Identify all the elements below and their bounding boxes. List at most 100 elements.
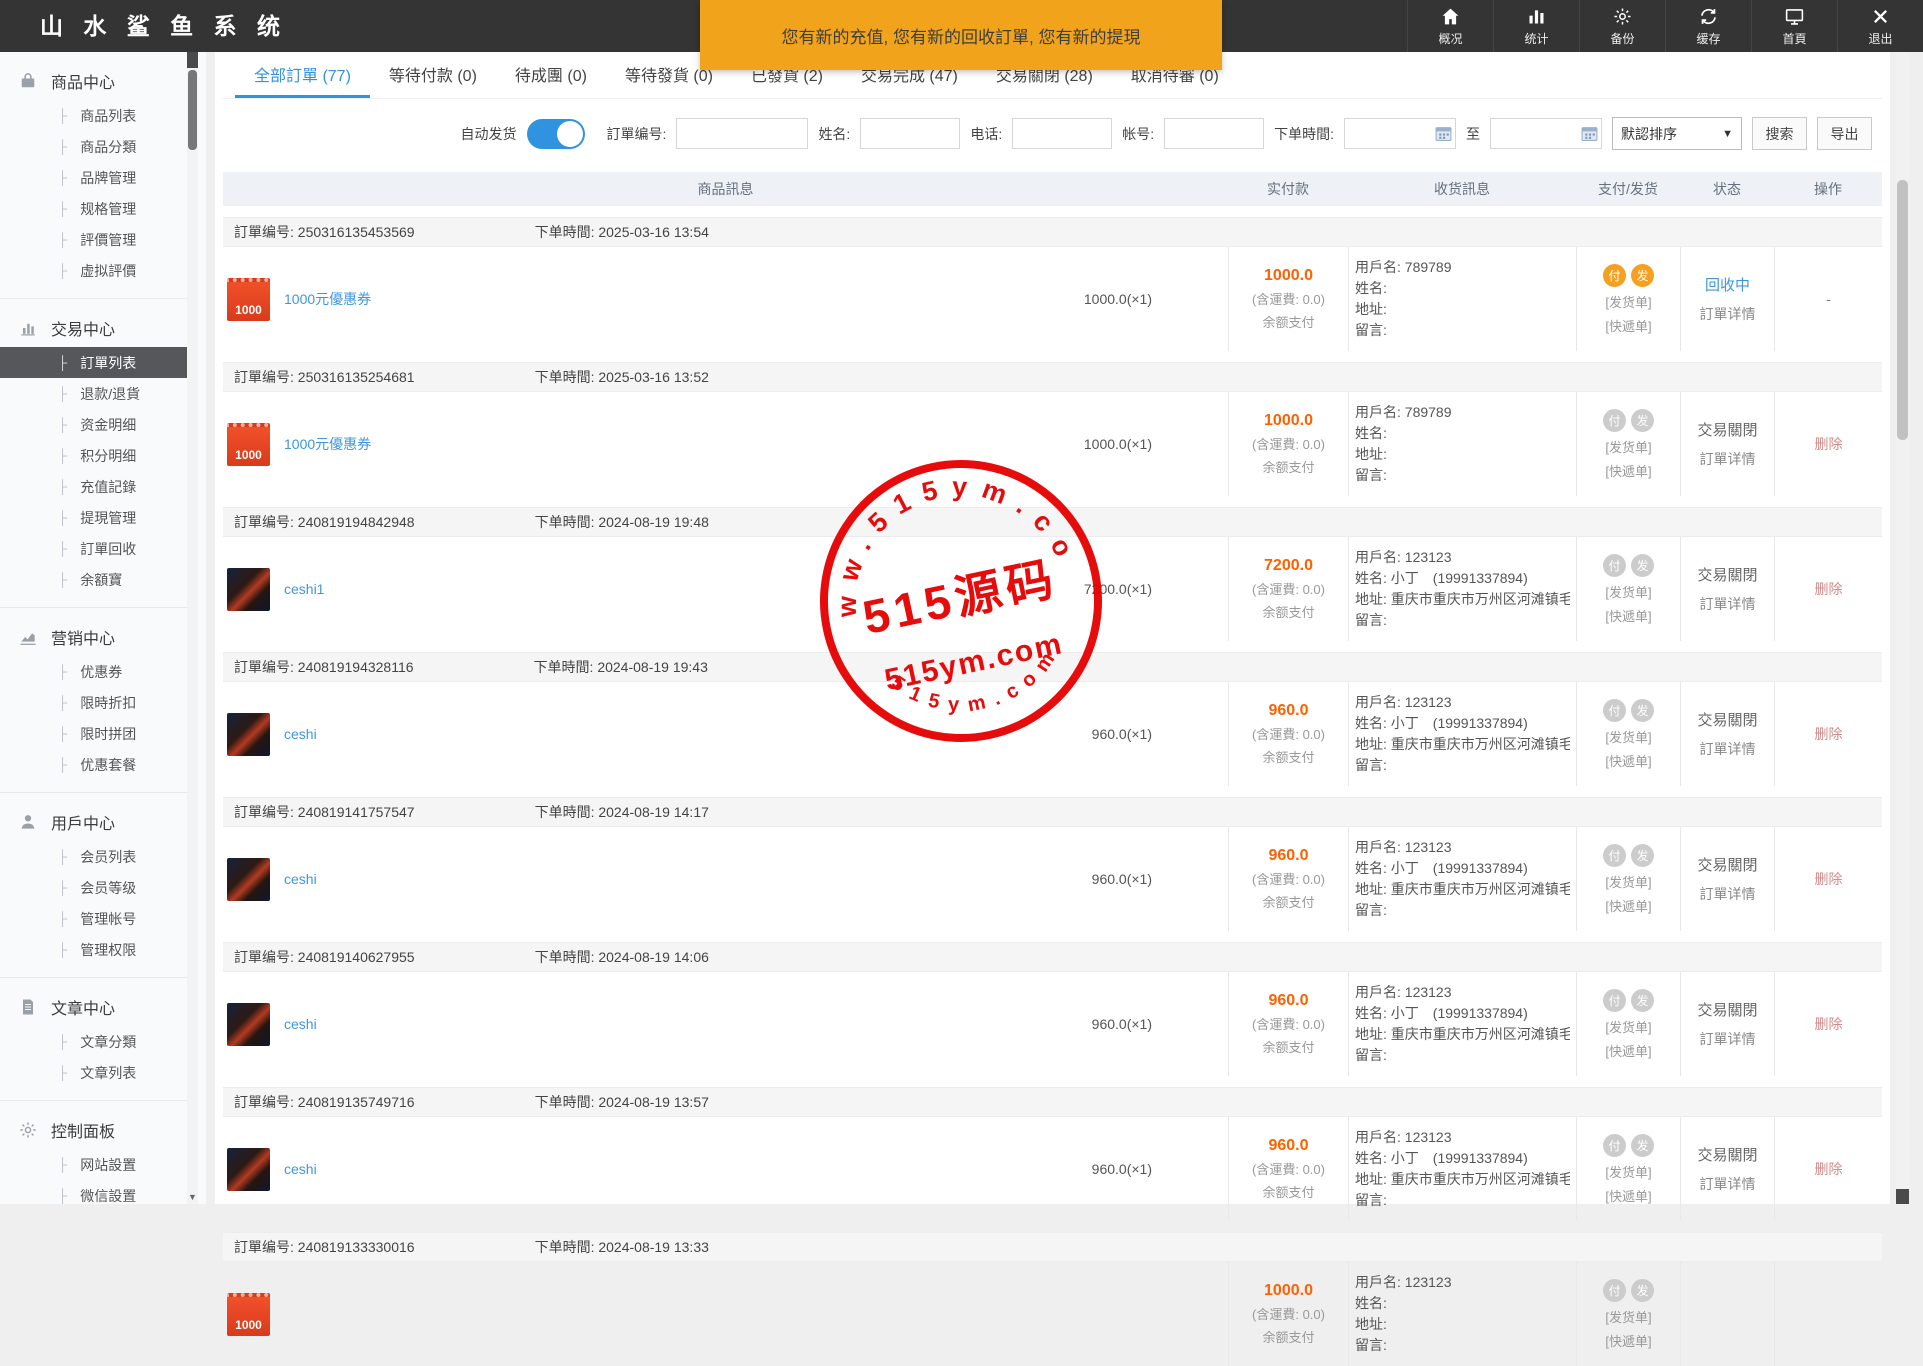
scroll-down-icon[interactable]: ▼ — [188, 1192, 197, 1202]
order-detail-link[interactable]: 訂單详情 — [1700, 449, 1756, 469]
order-detail-link[interactable]: 訂單详情 — [1700, 1174, 1756, 1194]
product-thumbnail[interactable] — [227, 568, 270, 611]
tab-item[interactable]: 全部訂單 (77) — [235, 52, 370, 98]
sidebar-item[interactable]: ├商品分類 — [0, 131, 187, 162]
sidebar-item[interactable]: ├优惠券 — [0, 656, 187, 687]
ship-doc-link[interactable]: [发货单] — [1605, 872, 1651, 891]
product-link[interactable]: ceshi — [284, 1016, 317, 1032]
ship-doc-link[interactable]: [发货单] — [1605, 292, 1651, 311]
topnav-item-exit[interactable]: 退出 — [1837, 0, 1923, 52]
order-detail-link[interactable]: 訂單详情 — [1700, 884, 1756, 904]
calendar-icon[interactable] — [1435, 125, 1452, 142]
sidebar-item[interactable]: ├訂單列表 — [0, 347, 187, 378]
express-doc-link[interactable]: [快遞单] — [1605, 896, 1651, 915]
order-detail-link[interactable]: 訂單详情 — [1700, 594, 1756, 614]
delete-link[interactable]: 删除 — [1815, 434, 1843, 454]
topnav-item-backup[interactable]: 备份 — [1579, 0, 1665, 52]
sidebar-scrollbar-thumb[interactable] — [188, 70, 197, 150]
product-link[interactable]: 1000元優惠券 — [284, 434, 371, 454]
auto-ship-toggle[interactable] — [527, 119, 585, 149]
scrollbar-down-button[interactable] — [1896, 1189, 1909, 1204]
sidebar-item[interactable]: ├优惠套餐 — [0, 749, 187, 780]
sidebar-item[interactable]: ├文章列表 — [0, 1057, 187, 1088]
express-doc-link[interactable]: [快遞单] — [1605, 461, 1651, 480]
status-text[interactable]: 回收中 — [1705, 274, 1750, 295]
ship-doc-link[interactable]: [发货单] — [1605, 582, 1651, 601]
express-doc-link[interactable]: [快遞单] — [1605, 1041, 1651, 1060]
tab-item[interactable]: 等待付款 (0) — [370, 52, 496, 98]
sidebar-item[interactable]: ├会员等级 — [0, 872, 187, 903]
sidebar-item[interactable]: ├限時折扣 — [0, 687, 187, 718]
product-thumbnail[interactable] — [227, 858, 270, 901]
sidebar-item[interactable]: ├余額寶 — [0, 564, 187, 595]
sidebar-item[interactable]: ├积分明细 — [0, 440, 187, 471]
product-link[interactable]: 1000元優惠券 — [284, 289, 371, 309]
sidebar-item[interactable]: ├退款/退貨 — [0, 378, 187, 409]
search-button[interactable]: 搜索 — [1752, 117, 1807, 150]
order-detail-link[interactable]: 訂單详情 — [1700, 304, 1756, 324]
sidebar-item[interactable]: ├虚拟評價 — [0, 255, 187, 286]
page-scrollbar[interactable] — [1896, 52, 1909, 1204]
sidebar-section-header[interactable]: 商品中心 — [0, 62, 187, 100]
phone-input[interactable] — [1012, 118, 1112, 149]
delete-link[interactable]: 删除 — [1815, 1014, 1843, 1034]
ship-doc-link[interactable]: [发货单] — [1605, 1162, 1651, 1181]
sidebar-item[interactable]: ├評價管理 — [0, 224, 187, 255]
coupon-thumbnail[interactable]: 1000 — [227, 423, 270, 466]
coupon-thumbnail[interactable]: 1000 — [227, 278, 270, 321]
sidebar-scrollbar[interactable]: ▼ — [187, 52, 198, 1204]
sidebar-item[interactable]: ├提現管理 — [0, 502, 187, 533]
sidebar-section-header[interactable]: 用戶中心 — [0, 803, 187, 841]
scroll-up-arrow[interactable] — [187, 52, 198, 68]
notification-banner[interactable]: 您有新的充值, 您有新的回收訂單, 您有新的提現 — [700, 0, 1222, 70]
sidebar-item[interactable]: ├品牌管理 — [0, 162, 187, 193]
product-link[interactable]: ceshi — [284, 1161, 317, 1177]
calendar-icon[interactable] — [1581, 125, 1598, 142]
delete-link[interactable]: 删除 — [1815, 1159, 1843, 1179]
export-button[interactable]: 导出 — [1817, 117, 1872, 150]
order-detail-link[interactable]: 訂單详情 — [1700, 739, 1756, 759]
sidebar-section-header[interactable]: 文章中心 — [0, 988, 187, 1026]
product-thumbnail[interactable] — [227, 1148, 270, 1191]
sidebar-item[interactable]: ├限时拼团 — [0, 718, 187, 749]
product-thumbnail[interactable] — [227, 1003, 270, 1046]
topnav-item-cache[interactable]: 缓存 — [1665, 0, 1751, 52]
express-doc-link[interactable]: [快遞单] — [1605, 1186, 1651, 1205]
product-link[interactable]: ceshi — [284, 871, 317, 887]
coupon-thumbnail[interactable]: 1000 — [227, 1293, 270, 1336]
topnav-item-home[interactable]: 概况 — [1407, 0, 1493, 52]
order-detail-link[interactable]: 訂單详情 — [1700, 1029, 1756, 1049]
order-no-input[interactable] — [676, 118, 808, 149]
sidebar-item[interactable]: ├訂單回收 — [0, 533, 187, 564]
name-input[interactable] — [860, 118, 960, 149]
sidebar-item[interactable]: ├商品列表 — [0, 100, 187, 131]
page-scrollbar-thumb[interactable] — [1897, 180, 1908, 440]
delete-link[interactable]: 删除 — [1815, 724, 1843, 744]
sidebar-item[interactable]: ├微信設置 — [0, 1180, 187, 1204]
topnav-item-stats[interactable]: 统计 — [1493, 0, 1579, 52]
sidebar-section-header[interactable]: 交易中心 — [0, 309, 187, 347]
tab-item[interactable]: 待成團 (0) — [496, 52, 606, 98]
ship-doc-link[interactable]: [发货单] — [1605, 1017, 1651, 1036]
product-link[interactable]: ceshi — [284, 726, 317, 742]
topnav-item-monitor[interactable]: 首頁 — [1751, 0, 1837, 52]
express-doc-link[interactable]: [快遞单] — [1605, 606, 1651, 625]
ship-doc-link[interactable]: [发货单] — [1605, 437, 1651, 456]
sidebar-item[interactable]: ├会员列表 — [0, 841, 187, 872]
delete-link[interactable]: 删除 — [1815, 579, 1843, 599]
sidebar-item[interactable]: ├充值記錄 — [0, 471, 187, 502]
sidebar-item[interactable]: ├网站設置 — [0, 1149, 187, 1180]
ship-doc-link[interactable]: [发货单] — [1605, 727, 1651, 746]
sidebar-item[interactable]: ├文章分類 — [0, 1026, 187, 1057]
sidebar-item[interactable]: ├管理帐号 — [0, 903, 187, 934]
sidebar-item[interactable]: ├规格管理 — [0, 193, 187, 224]
sidebar-item[interactable]: ├管理权限 — [0, 934, 187, 965]
delete-link[interactable]: 删除 — [1815, 869, 1843, 889]
sort-select[interactable]: 默認排序 ▼ — [1612, 117, 1742, 150]
express-doc-link[interactable]: [快遞单] — [1605, 1331, 1651, 1350]
sidebar-section-header[interactable]: 控制面板 — [0, 1111, 187, 1149]
sidebar-item[interactable]: ├资金明细 — [0, 409, 187, 440]
product-link[interactable]: ceshi1 — [284, 581, 324, 597]
ship-doc-link[interactable]: [发货单] — [1605, 1307, 1651, 1326]
product-thumbnail[interactable] — [227, 713, 270, 756]
